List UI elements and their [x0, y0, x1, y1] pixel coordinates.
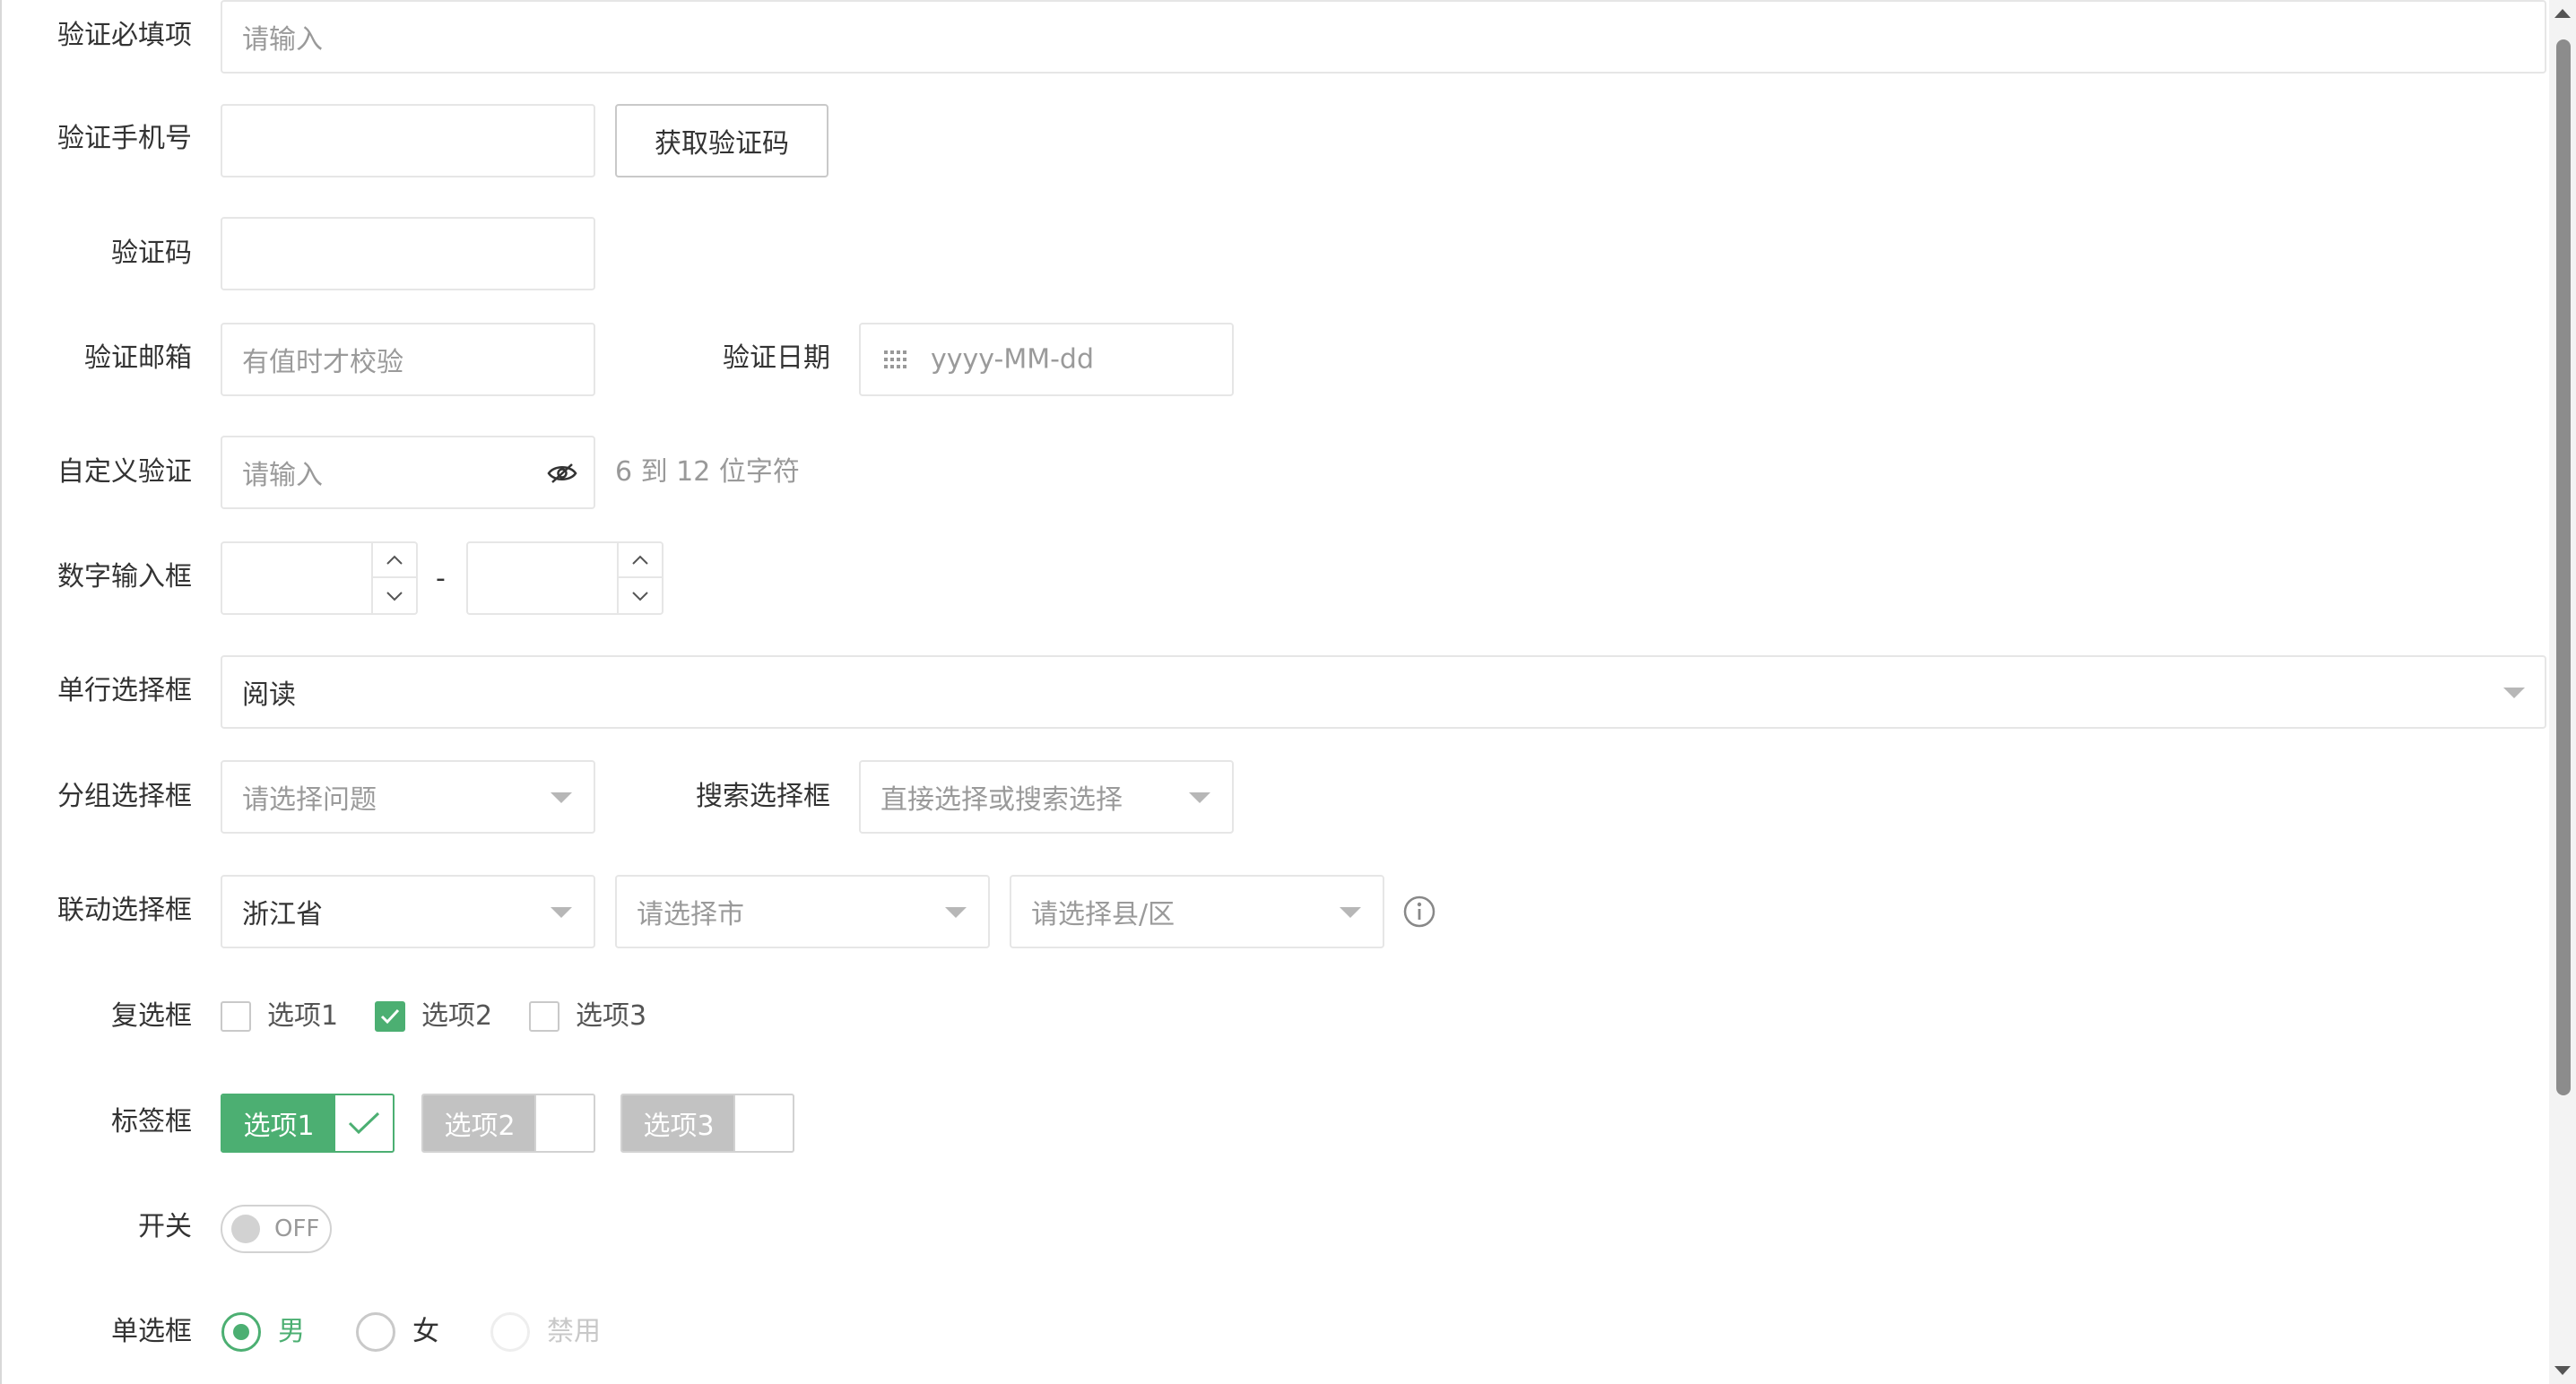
tag-option-3[interactable]: 选项3: [620, 1094, 794, 1153]
tag-option-2-checkbox: [534, 1095, 594, 1151]
custom-password-input[interactable]: 请输入: [221, 436, 595, 509]
number-label: 数字输入框: [57, 561, 192, 593]
radio-option-female[interactable]: [356, 1312, 395, 1352]
code-label: 验证码: [111, 238, 192, 269]
chevron-down-icon: [632, 591, 648, 601]
check-icon: [380, 1008, 400, 1025]
checkbox-label: 复选框: [111, 1000, 192, 1032]
scroll-down-arrow-icon[interactable]: [2554, 1366, 2571, 1375]
custom-placeholder: 请输入: [242, 460, 323, 491]
calendar-icon: [882, 349, 907, 376]
number-max-stepper: [617, 543, 662, 613]
scroll-up-arrow-icon[interactable]: [2554, 9, 2571, 18]
tag-checkbox-label: 标签框: [111, 1106, 192, 1137]
info-icon[interactable]: [1402, 895, 1436, 932]
province-select[interactable]: 浙江省: [221, 875, 595, 948]
tag-option-2[interactable]: 选项2: [421, 1094, 595, 1153]
group-select-label: 分组选择框: [57, 781, 192, 812]
caret-down-icon: [2503, 688, 2525, 698]
date-input[interactable]: yyyy-MM-dd: [859, 323, 1234, 396]
form-page: 验证必填项 请输入 验证手机号 获取验证码 验证码 验证邮箱 有值时才校验 验证…: [0, 0, 2576, 1384]
single-select-label: 单行选择框: [57, 675, 192, 706]
number-range-separator: -: [436, 563, 446, 594]
search-select-placeholder: 直接选择或搜索选择: [880, 784, 1123, 816]
toggle-switch[interactable]: OFF: [221, 1205, 332, 1253]
required-label: 验证必填项: [57, 20, 192, 51]
tag-option-1-label: 选项1: [222, 1095, 335, 1151]
number-max-input[interactable]: [466, 541, 664, 615]
county-select[interactable]: 请选择县/区: [1010, 875, 1384, 948]
tag-option-2-label: 选项2: [423, 1095, 536, 1151]
single-select-value: 阅读: [242, 679, 296, 711]
date-placeholder: yyyy-MM-dd: [931, 343, 1094, 376]
vertical-scrollbar[interactable]: [2549, 0, 2576, 1384]
caret-down-icon: [1340, 907, 1361, 918]
city-select[interactable]: 请选择市: [615, 875, 990, 948]
checkbox-option-1[interactable]: [221, 1001, 251, 1032]
check-icon: [348, 1112, 380, 1135]
caret-down-icon: [551, 907, 572, 918]
search-select-label: 搜索选择框: [696, 781, 830, 812]
tag-option-3-checkbox: [733, 1095, 793, 1151]
number-min-stepper: [371, 543, 416, 613]
city-placeholder: 请选择市: [637, 899, 744, 930]
switch-knob: [231, 1215, 260, 1243]
tag-option-1[interactable]: 选项1: [221, 1094, 395, 1153]
linked-select-label: 联动选择框: [57, 895, 192, 926]
caret-down-icon: [945, 907, 967, 918]
custom-label: 自定义验证: [57, 456, 192, 488]
number-max-increment[interactable]: [619, 543, 662, 578]
group-select[interactable]: 请选择问题: [221, 760, 595, 834]
tag-option-3-label: 选项3: [622, 1095, 735, 1151]
required-placeholder: 请输入: [242, 24, 323, 56]
custom-hint: 6 到 12 位字符: [615, 456, 800, 488]
date-label: 验证日期: [723, 342, 830, 374]
email-label: 验证邮箱: [84, 342, 192, 374]
checkbox-option-1-label: 选项1: [267, 1000, 339, 1032]
email-placeholder: 有值时才校验: [242, 347, 403, 378]
radio-option-male-label: 男: [278, 1316, 305, 1347]
number-max-decrement[interactable]: [619, 578, 662, 613]
phone-input[interactable]: [221, 104, 595, 177]
switch-state-text: OFF: [274, 1215, 320, 1242]
number-min-decrement[interactable]: [373, 578, 416, 613]
chevron-down-icon: [386, 591, 403, 601]
group-select-placeholder: 请选择问题: [242, 784, 377, 816]
email-input[interactable]: 有值时才校验: [221, 323, 595, 396]
tag-option-1-checkbox: [334, 1095, 393, 1151]
radio-option-male[interactable]: [221, 1312, 261, 1352]
radio-option-disabled-label: 禁用: [547, 1316, 601, 1347]
chevron-up-icon: [632, 555, 648, 565]
checkbox-option-3-label: 选项3: [576, 1000, 647, 1032]
county-placeholder: 请选择县/区: [1031, 899, 1175, 930]
get-code-button[interactable]: 获取验证码: [615, 104, 828, 177]
phone-label: 验证手机号: [57, 123, 192, 154]
number-min-input[interactable]: [221, 541, 418, 615]
search-select[interactable]: 直接选择或搜索选择: [859, 760, 1234, 834]
code-input[interactable]: [221, 217, 595, 290]
checkbox-option-2-label: 选项2: [421, 1000, 493, 1032]
radio-option-female-label: 女: [412, 1316, 439, 1347]
radio-option-disabled: [490, 1312, 530, 1352]
number-min-increment[interactable]: [373, 543, 416, 578]
radio-label: 单选框: [111, 1316, 192, 1347]
checkbox-option-3[interactable]: [529, 1001, 559, 1032]
scrollbar-thumb[interactable]: [2556, 39, 2571, 1095]
caret-down-icon: [1189, 792, 1210, 803]
required-input[interactable]: 请输入: [221, 0, 2546, 74]
eye-icon[interactable]: [547, 461, 577, 489]
chevron-up-icon: [386, 555, 403, 565]
province-value: 浙江省: [242, 899, 323, 930]
checkbox-option-2[interactable]: [375, 1001, 405, 1032]
caret-down-icon: [551, 792, 572, 803]
switch-label: 开关: [138, 1211, 192, 1242]
single-select[interactable]: 阅读: [221, 655, 2546, 729]
